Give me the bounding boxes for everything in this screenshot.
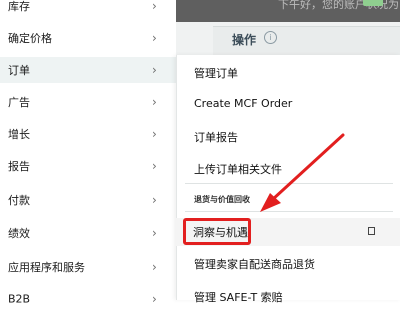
annotation-arrow-icon	[260, 133, 345, 212]
